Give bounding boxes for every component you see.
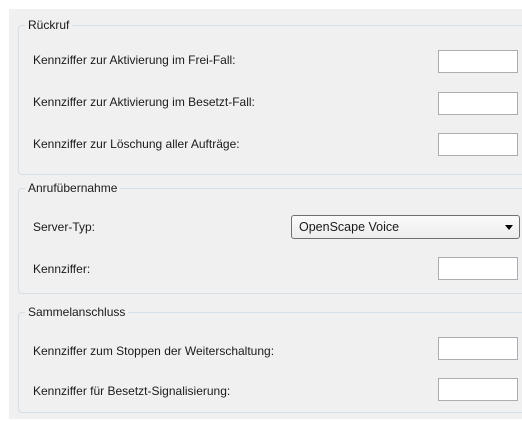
sammelanschluss-group-title: Sammelanschluss [25,305,129,319]
besetzt-fall-input[interactable] [438,92,518,115]
anrufuebernahme-group: Anrufübernahme Server-Typ: OpenScape Voi… [18,181,522,294]
sammelanschluss-group: Sammelanschluss Kennziffer zum Stoppen d… [18,305,522,413]
loeschung-input[interactable] [438,133,518,156]
server-typ-value: OpenScape Voice [299,220,400,234]
frei-fall-label: Kennziffer zur Aktivierung im Frei-Fall: [33,53,236,67]
loeschung-label: Kennziffer zur Löschung aller Aufträge: [33,137,240,151]
server-typ-label: Server-Typ: [33,220,96,234]
kennziffer-input[interactable] [438,257,518,280]
chevron-down-icon [505,225,513,230]
stoppen-label: Kennziffer zum Stoppen der Weiterschaltu… [33,344,275,358]
frei-fall-input[interactable] [438,50,518,73]
rueckruf-group-title: Rückruf [25,18,73,32]
stoppen-input[interactable] [438,337,518,360]
besetzt-signal-input[interactable] [438,378,518,401]
kennziffer-label: Kennziffer: [33,262,91,276]
anrufuebernahme-group-title: Anrufübernahme [25,181,121,195]
besetzt-signal-label: Kennziffer für Besetzt-Signalisierung: [33,384,231,398]
rueckruf-group: Rückruf Kennziffer zur Aktivierung im Fr… [18,18,522,175]
besetzt-fall-label: Kennziffer zur Aktivierung im Besetzt-Fa… [33,95,255,109]
server-typ-dropdown[interactable]: OpenScape Voice [291,215,520,239]
